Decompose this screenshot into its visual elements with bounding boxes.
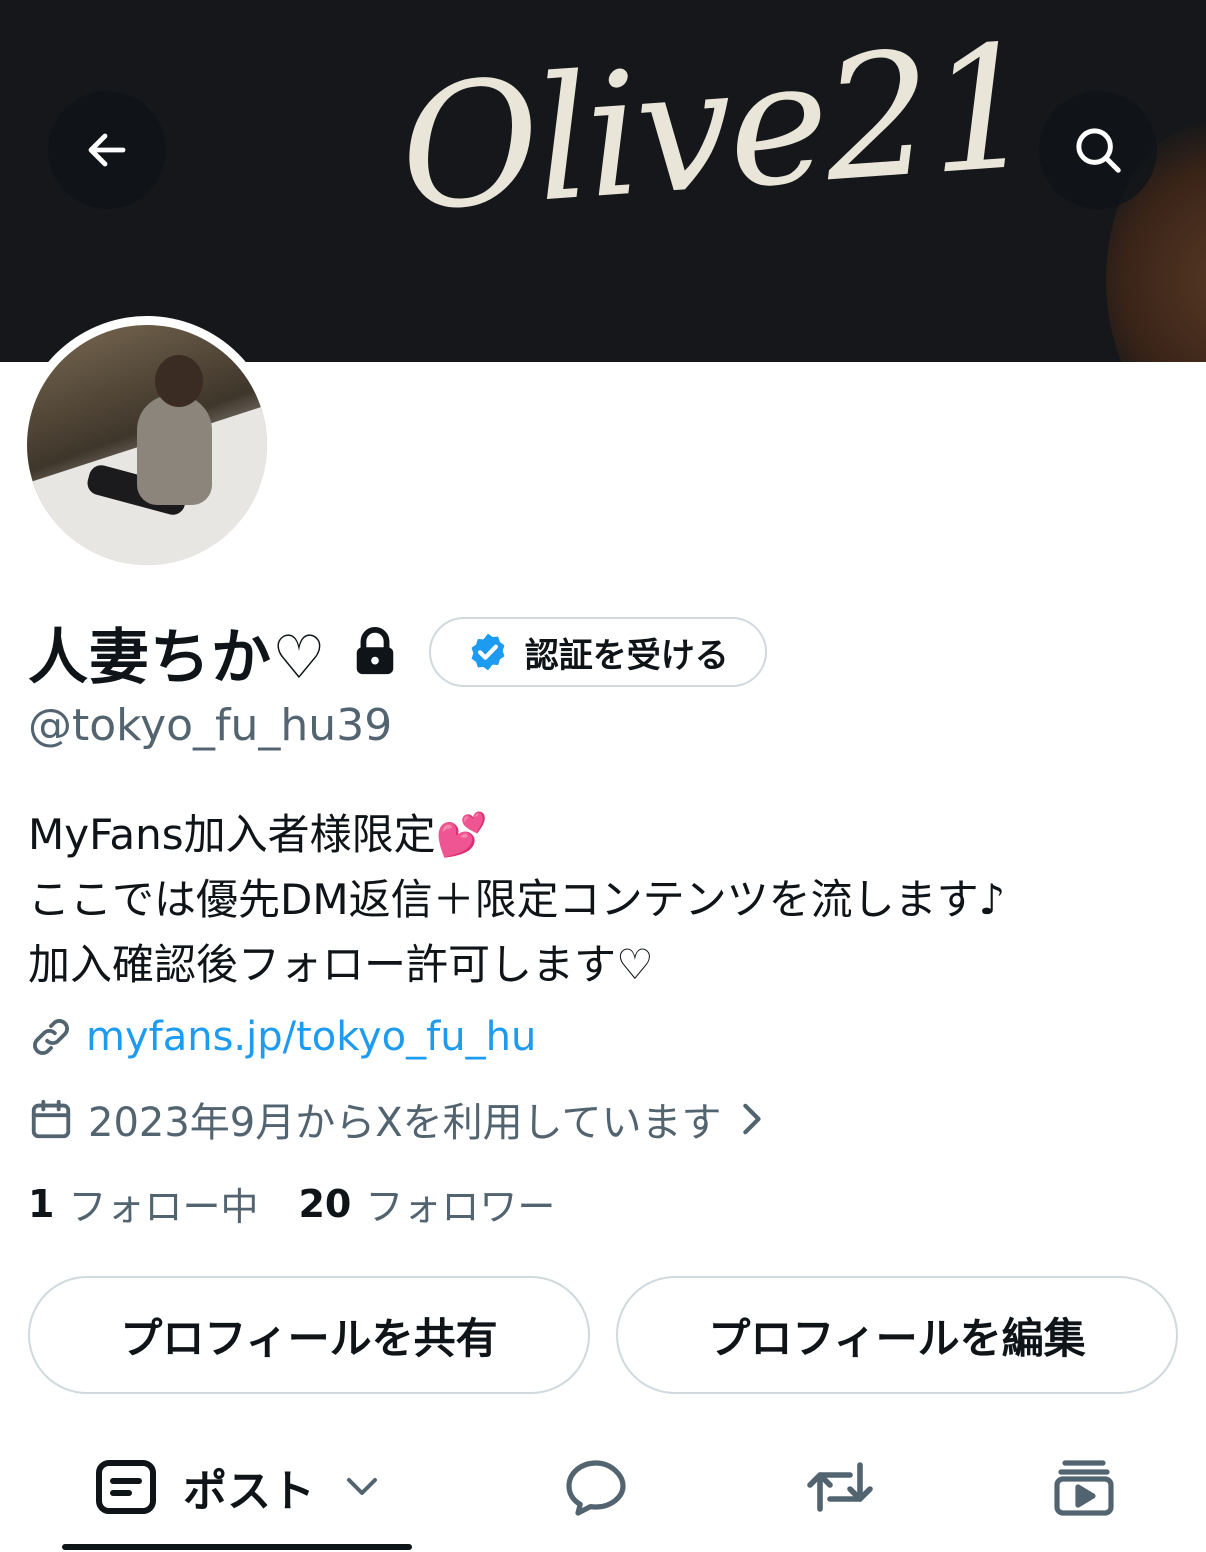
media-icon	[1054, 1460, 1114, 1516]
repost-icon	[807, 1462, 873, 1512]
profile-bio: MyFans加入者様限定💕 ここでは優先DM返信＋限定コンテンツを流します♪ 加…	[28, 802, 1005, 997]
verified-badge-icon	[471, 633, 505, 671]
name-row: 人妻ちか♡ 認証を受ける	[28, 612, 767, 693]
followers-label: フォロワー	[365, 1185, 556, 1229]
search-icon	[1076, 128, 1121, 173]
search-button[interactable]	[1039, 91, 1157, 209]
following-label: フォロー中	[68, 1185, 259, 1229]
profile-banner[interactable]: Olive21	[0, 0, 1206, 362]
tab-posts-label: ポスト	[183, 1466, 315, 1517]
following-count: 1	[28, 1181, 55, 1226]
calendar-icon	[31, 1099, 71, 1139]
followers-link[interactable]: 20 フォロワー	[298, 1176, 555, 1231]
tab-active-indicator	[62, 1544, 412, 1550]
back-button[interactable]	[48, 91, 166, 209]
display-name: 人妻ちか♡	[28, 622, 327, 693]
avatar-frame[interactable]	[18, 316, 276, 574]
banner-logo-text: Olive21	[393, 8, 1040, 250]
followers-count: 20	[298, 1181, 352, 1226]
arrow-left-icon	[88, 133, 126, 167]
chevron-down-icon	[345, 1476, 379, 1498]
avatar-photo-head	[155, 355, 203, 407]
joined-row[interactable]: 2023年9月からXを利用しています	[28, 1090, 765, 1148]
chevron-right-icon	[737, 1102, 765, 1136]
profile-link-row: myfans.jp/tokyo_fu_hu	[28, 1014, 536, 1060]
tab-reposts[interactable]	[784, 1432, 896, 1542]
follow-stats: 1 フォロー中 20 フォロワー	[28, 1176, 555, 1231]
joined-date: 2023年9月からXを利用しています	[88, 1100, 722, 1146]
user-handle: @tokyo_fu_hu39	[28, 700, 393, 751]
avatar-photo-person	[137, 395, 212, 505]
following-link[interactable]: 1 フォロー中	[28, 1176, 258, 1231]
tab-posts[interactable]: ポスト	[62, 1432, 412, 1542]
reply-icon	[566, 1460, 626, 1516]
share-profile-button[interactable]: プロフィールを共有	[28, 1276, 590, 1394]
bio-line: 加入確認後フォロー許可します♡	[28, 940, 654, 989]
get-verified-label: 認証を受ける	[524, 635, 729, 676]
posts-icon	[96, 1460, 156, 1514]
tab-media[interactable]	[1028, 1432, 1140, 1542]
get-verified-button[interactable]: 認証を受ける	[428, 617, 767, 687]
bio-line: MyFans加入者様限定💕	[28, 810, 488, 859]
link-icon	[33, 1019, 69, 1055]
lock-icon	[353, 627, 397, 677]
profile-link[interactable]: myfans.jp/tokyo_fu_hu	[86, 1014, 536, 1060]
tab-replies[interactable]	[540, 1432, 652, 1542]
avatar[interactable]	[27, 325, 267, 565]
edit-profile-button[interactable]: プロフィールを編集	[616, 1276, 1178, 1394]
profile-tabs: ポスト	[0, 1432, 1206, 1552]
bio-line: ここでは優先DM返信＋限定コンテンツを流します♪	[28, 875, 1006, 924]
